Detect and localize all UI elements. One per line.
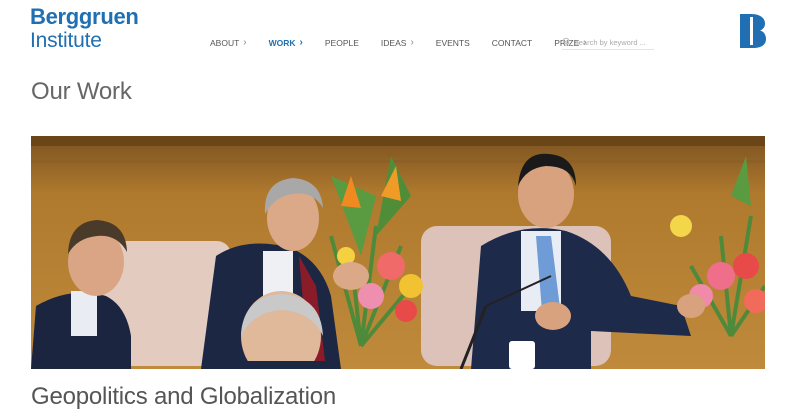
nav-item-label: WORK <box>268 38 296 48</box>
logo-line-2: Institute <box>30 29 102 52</box>
nav-item-events[interactable]: EVENTS <box>436 38 470 48</box>
nav-item-label: IDEAS <box>380 38 407 48</box>
search-box <box>562 35 654 50</box>
chevron-right-icon: › <box>410 37 414 48</box>
nav-item-label: PEOPLE <box>324 38 359 48</box>
nav-item-ideas[interactable]: IDEAS › <box>380 37 414 49</box>
search-icon[interactable] <box>562 37 572 47</box>
nav-item-label: ABOUT <box>210 38 240 48</box>
nav-item-label: CONTACT <box>491 38 533 48</box>
section-title: Geopolitics and Globalization <box>31 383 337 410</box>
search-input[interactable] <box>572 37 653 47</box>
logo-line-1: Berggruen <box>30 4 139 29</box>
nav-item-contact[interactable]: CONTACT <box>492 38 532 48</box>
chevron-right-icon: › <box>299 37 303 48</box>
page-title: Our Work <box>31 78 132 105</box>
hero-image[interactable] <box>31 136 765 369</box>
main-nav: ABOUT › WORK › PEOPLE IDEAS › EVENTS CON… <box>210 37 609 49</box>
logo-b-icon[interactable] <box>740 14 766 48</box>
hero-photo <box>31 136 765 369</box>
nav-item-about[interactable]: ABOUT › <box>210 37 247 49</box>
nav-item-people[interactable]: PEOPLE <box>325 38 359 48</box>
nav-item-work[interactable]: WORK › <box>268 37 303 49</box>
site-logo[interactable]: Berggruen Institute <box>30 4 139 52</box>
nav-item-label: EVENTS <box>435 38 470 48</box>
chevron-right-icon: › <box>243 37 247 48</box>
